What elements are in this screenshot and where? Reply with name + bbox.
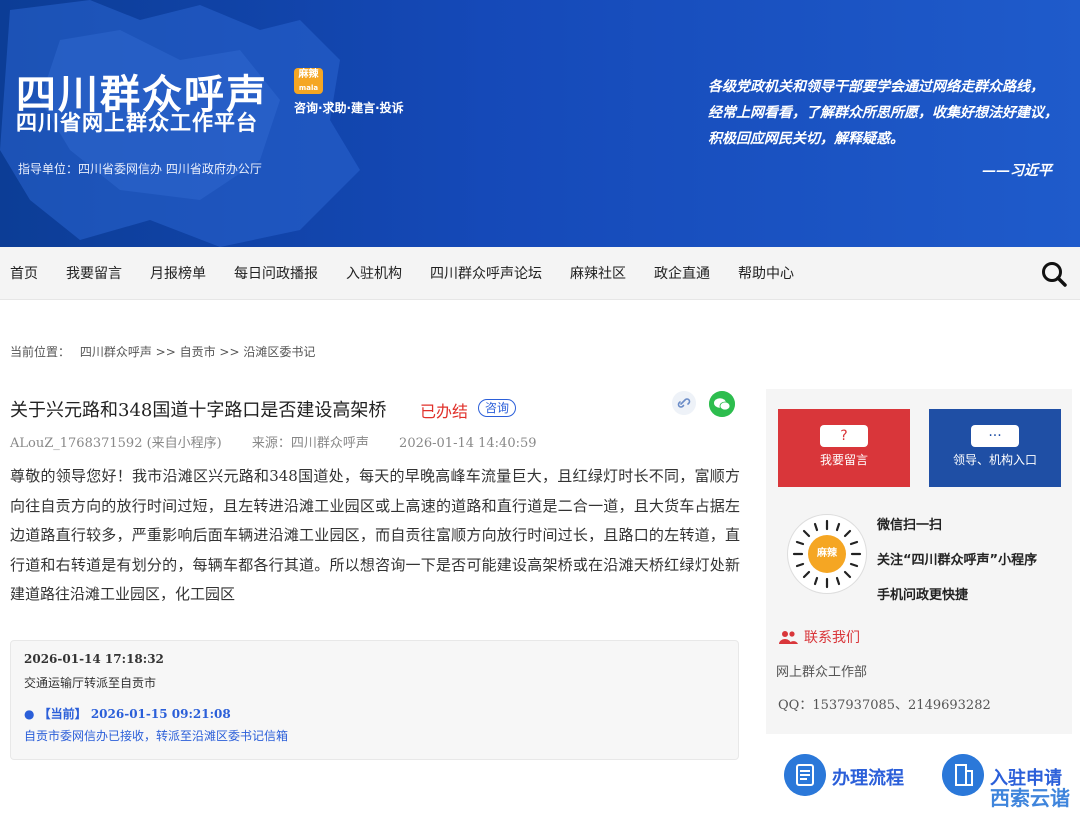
post-meta: ALouZ_1768371592 (来自小程序) 来源：四川群众呼声 2026-… <box>10 432 563 451</box>
post-time: 2026-01-14 14:40:59 <box>399 436 537 451</box>
status-badge: 已办结 <box>420 402 469 421</box>
document-icon <box>784 754 826 796</box>
nav-item-help[interactable]: 帮助中心 <box>738 263 794 283</box>
mala-logo-icon: 麻辣 mala <box>294 68 323 94</box>
nav-item-institutions[interactable]: 入驻机构 <box>346 263 402 283</box>
nav-item-leave-message[interactable]: 我要留言 <box>66 263 122 283</box>
contact-department: 网上群众工作部 <box>776 665 868 680</box>
contact-qq: QQ：1537937085、2149693282 <box>778 698 991 713</box>
nav-item-daily-broadcast[interactable]: 每日问政播报 <box>234 263 318 283</box>
building-icon <box>942 754 984 796</box>
quote-line: 各级党政机关和领导干部要学会通过网络走群众路线， <box>708 79 1044 95</box>
post-body: 尊敬的领导您好！我市沿滩区兴元路和348国道处，每天的早晚高峰车流量巨大，且红绿… <box>10 467 740 603</box>
leave-message-button[interactable]: ? 我要留言 <box>778 409 910 487</box>
post-author: ALouZ_1768371592 (来自小程序) <box>10 436 222 451</box>
leader-entry-label: 领导、机构入口 <box>952 453 1037 467</box>
nav-item-forum[interactable]: 四川群众呼声论坛 <box>430 263 542 283</box>
post-title: 关于兴元路和348国道十字路口是否建设高架桥 <box>10 400 387 421</box>
people-icon <box>779 631 798 644</box>
quote-line: 经常上网看看，了解群众所思所愿，收集好想法好建议， <box>708 105 1058 121</box>
leader-entry-button[interactable]: ··· 领导、机构入口 <box>929 409 1061 487</box>
qr-line-1: 微信扫一扫 <box>877 518 943 533</box>
wechat-share-icon[interactable] <box>709 391 735 417</box>
nav-item-mala-community[interactable]: 麻辣社区 <box>570 263 626 283</box>
question-icon: ? <box>820 425 868 447</box>
mala-qr-logo: 麻辣 <box>808 535 846 573</box>
nav-item-home[interactable]: 首页 <box>10 263 38 283</box>
link-share-icon[interactable] <box>672 391 696 415</box>
timeline-date: 2026-01-14 17:18:32 <box>24 652 164 666</box>
type-badge: 咨询 <box>478 399 517 417</box>
site-slogan: 咨询·求助·建言·投诉 <box>294 101 404 115</box>
corner-watermark: 西索云谐 <box>990 786 1070 810</box>
main-nav: 首页 我要留言 月报榜单 每日问政播报 入驻机构 四川群众呼声论坛 麻辣社区 政… <box>0 247 1080 300</box>
breadcrumb-path[interactable]: 四川群众呼声 >> 自贡市 >> 沿滩区委书记 <box>80 345 315 359</box>
breadcrumb-label: 当前位置： <box>10 345 71 359</box>
qr-line-3: 手机问政更快捷 <box>877 588 969 603</box>
nav-item-enterprise[interactable]: 政企直通 <box>654 263 710 283</box>
timeline-text: 交通运输厅转派至自贡市 <box>24 676 157 690</box>
quote-author: ——习近平 <box>982 163 1052 179</box>
timeline-current-text: 自贡市委网信办已接收，转派至沿滩区委书记信箱 <box>24 729 289 743</box>
site-subtitle: 四川省网上群众工作平台 <box>16 111 258 135</box>
leader-quote: 各级党政机关和领导干部要学会通过网络走群众路线， 经常上网看看，了解群众所思所愿… <box>708 74 1078 184</box>
header-banner: 四川群众呼声 麻辣 mala 四川省网上群众工作平台 咨询·求助·建言·投诉 指导… <box>0 0 1080 247</box>
qr-line-2: 关注“四川群众呼声”小程序 <box>877 553 1038 568</box>
leave-message-label: 我要留言 <box>819 453 868 467</box>
guide-units: 指导单位：四川省委网信办 四川省政府办公厅 <box>18 162 262 176</box>
sidebar: ? 我要留言 ··· 领导、机构入口 麻辣 微信扫一扫 关注“四川群众呼声”小程… <box>766 389 1072 734</box>
chat-dots-icon: ··· <box>971 425 1019 447</box>
timeline-current-date: ● 【当前】 2026-01-15 09:21:08 <box>24 707 231 721</box>
post-source: 来源：四川群众呼声 <box>251 436 369 451</box>
nav-item-monthly-ranking[interactable]: 月报榜单 <box>150 263 206 283</box>
contact-heading: 联系我们 <box>778 627 860 647</box>
search-icon[interactable] <box>1040 260 1068 288</box>
bottom-links: 办理流程 入驻申请 西索云谐 <box>766 740 1080 817</box>
quote-line: 积极回应网民关切，解释疑惑。 <box>708 131 904 147</box>
process-flow-label: 办理流程 <box>832 768 904 789</box>
process-timeline: 2026-01-14 17:18:32 交通运输厅转派至自贡市 ● 【当前】 2… <box>10 640 739 760</box>
breadcrumb: 当前位置： 四川群众呼声 >> 自贡市 >> 沿滩区委书记 <box>10 343 321 360</box>
mini-program-qr-code: 麻辣 <box>787 514 867 594</box>
